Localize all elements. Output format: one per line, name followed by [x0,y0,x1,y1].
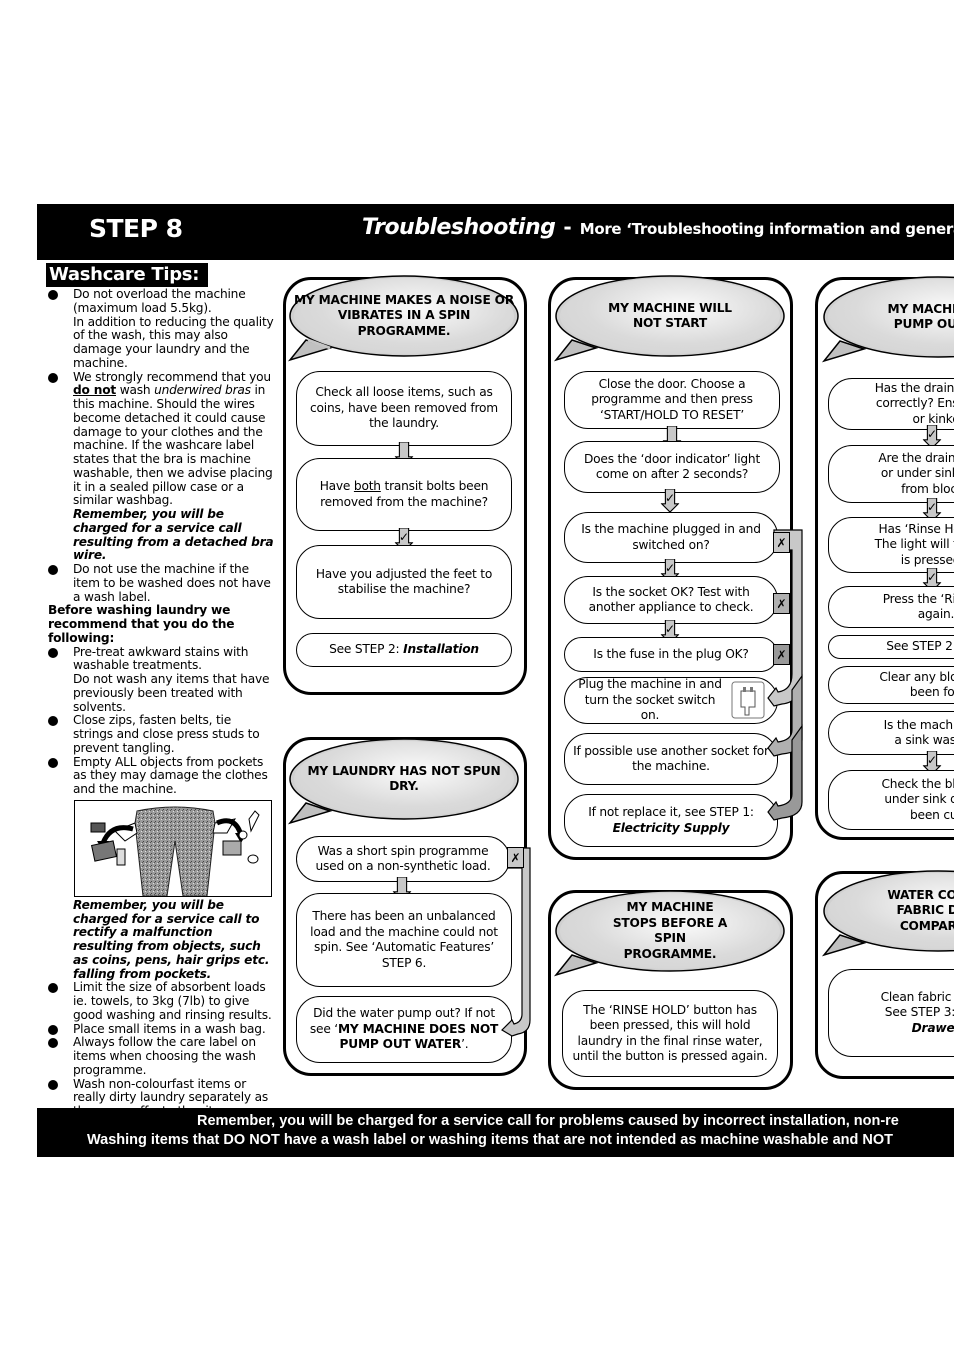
no-path-connector [767,529,803,821]
problem-title-noise: MY MACHINE MAKES A NOISE OR VIBRATES IN … [294,278,514,354]
step-box: Is the socket OK? Test with another appl… [564,576,778,624]
bullet-icon [48,716,58,727]
section-title: Troubleshooting - More ‘Troubleshooting in… [362,215,954,240]
tip-item: Empty ALL objects from pockets as they m… [48,755,274,797]
page-header: STEP 8 Troubleshooting - More ‘Troubleshoo… [37,204,954,260]
step-box: Has ‘Rinse Hold’ be The light will flash… [828,517,954,573]
tip-item: Close zips, fasten belts, tie strings an… [48,713,274,755]
footer-line-2: Washing items that DO NOT have a wash la… [87,1132,893,1148]
step-box: The ‘RINSE HOLD’ button has been pressed… [562,990,778,1077]
step-box: Close the door. Choose a programme and t… [564,371,780,429]
step-box: Check the blocked under sink draina been… [828,770,954,830]
tip-item: Always follow the care label on items wh… [48,1035,274,1077]
subtitle-text: More ‘Troubleshooting information and ge… [579,220,954,238]
check-arrow-icon: ✓ [660,489,680,513]
washcare-tips-list: Do not overload the machine (maximum loa… [48,287,274,1119]
step-box: Has the drain hose b correctly? Ensure i… [828,378,954,430]
bullet-icon [48,1079,58,1090]
svg-text:✓: ✓ [665,561,675,575]
see-step-link[interactable]: Clean fabric disper See STEP 3: ‘The Dra… [828,969,954,1057]
bullet-icon [48,372,58,383]
step-box: Is the machine co a sink waste s [828,711,954,755]
tips-subheading: Before washing laundry we recommend that… [48,603,235,645]
svg-text:✓: ✓ [665,622,675,636]
remember-note: Remember, you will be charged for a serv… [73,507,274,563]
cross-icon: ✗ [773,532,790,553]
see-step-link[interactable]: See STEP 2: Installation [296,633,512,667]
svg-text:✓: ✓ [927,570,937,584]
tip-item: Do not overload the machine (maximum loa… [48,287,274,371]
tip-item: Limit the size of absorbent loads ie. to… [48,980,274,1022]
problem-title-not-spun: MY LAUNDRY HAS NOT SPUN DRY. [294,741,514,817]
bullet-icon [48,757,58,768]
step-box: Have both transit bolts been removed fro… [296,458,512,531]
plug-socket-icon [731,681,765,719]
tip-item: Do not use the machine if the item to be… [48,562,274,604]
bullet-icon [48,565,58,575]
step-box: Does the ‘door indicator’ light come on … [564,441,780,493]
no-path-connector [501,847,531,1037]
step-box: Press the ‘Rinse H again. [828,586,954,628]
svg-text:✓: ✓ [927,500,937,514]
cross-icon: ✗ [773,593,790,614]
see-step-link[interactable]: See STEP 2: Inst [828,635,954,659]
cross-icon: ✗ [507,847,524,868]
remember-note: Remember, you will be charged for a serv… [73,897,270,981]
pockets-emptied-illustration [74,799,272,897]
step-box: Was a short spin programme used on a non… [296,836,510,882]
bullet-icon [48,1038,58,1049]
step-box: There has been an unbalanced load and th… [296,893,512,987]
step-box: Are the drainage ur or under sink conn f… [828,445,954,503]
svg-text:✓: ✓ [665,491,675,505]
step-box: Did the water pump out? If not see ‘MY M… [296,996,512,1063]
panel-water-clip: WATER COLLEC FABRIC DISP COMPARTM Clean … [810,865,954,1085]
svg-text:✓: ✓ [927,753,937,767]
washcare-tips-heading: Washcare Tips: [46,263,209,287]
panel-pump-clip: MY MACHINE D PUMP OUT W Has the drain ho… [810,270,954,850]
bullet-icon [48,290,58,300]
problem-title-not-start: MY MACHINE WILL NOT START [560,278,780,354]
tip-item: Pre-treat awkward stains with washable t… [48,645,274,715]
step-box: Is the machine plugged in and switched o… [564,512,778,563]
bullet-icon [48,983,58,994]
step-box: Clear any blockage been fou [828,666,954,704]
cross-icon: ✗ [773,644,790,665]
footer-line-1: Remember, you will be charged for a serv… [197,1113,899,1129]
see-step-link[interactable]: If not replace it, see STEP 1: Electrici… [564,794,778,847]
svg-text:✓: ✓ [927,427,937,441]
bullet-icon [48,647,58,658]
title-dash: - [563,215,572,239]
bullet-icon [48,1024,58,1035]
step-number: STEP 8 [89,214,183,243]
step-box: Check all loose items, such as coins, ha… [296,371,512,446]
step-box: Is the fuse in the plug OK? [564,637,778,672]
step-box: Have you adjusted the feet to stabilise … [296,545,512,619]
step-box: If possible use another socket for the m… [564,733,778,785]
tip-item: Place small items in a wash bag. [48,1022,274,1037]
footer-warning: Remember, you will be charged for a serv… [37,1108,954,1157]
tip-item: We strongly recommend that you do not wa… [48,370,274,564]
svg-text:✓: ✓ [399,530,409,544]
emphasis-do-not: do not [73,383,117,398]
problem-title-stops: MY MACHINE STOPS BEFORE A SPIN PROGRAMME… [560,893,780,969]
title-text: Troubleshooting [362,215,556,240]
